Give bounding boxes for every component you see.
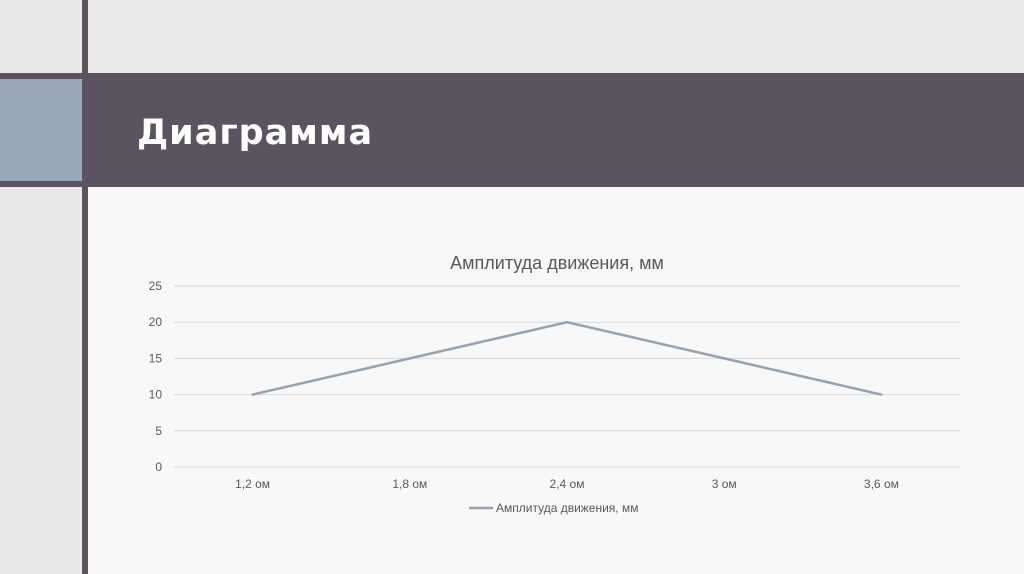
x-tick-labels: 1,2 ом 1,8 ом 2,4 ом 3 ом 3,6 ом: [235, 477, 899, 491]
page-title: Диаграмма: [137, 113, 374, 153]
y-tick-label: 20: [149, 315, 163, 329]
legend-label: Амплитуда движения, мм: [496, 501, 638, 515]
x-tick-label: 1,2 ом: [235, 477, 270, 491]
data-point: [565, 321, 569, 324]
legend[interactable]: Амплитуда движения, мм: [469, 501, 638, 515]
x-tick-label: 3,6 ом: [864, 477, 899, 491]
x-tick-label: 3 ом: [712, 477, 737, 491]
gridlines: [174, 285, 960, 468]
y-tick-labels: 0 5 10 15 20 25: [149, 279, 163, 474]
data-point: [251, 393, 254, 396]
y-tick-label: 15: [149, 351, 163, 365]
title-bar-divider: [82, 73, 88, 187]
line-chart: Амплитуда движения, мм 0 5 10 15 20 25 1,2 ом…: [149, 253, 960, 515]
x-tick-label: 2,4 ом: [550, 477, 585, 491]
chart-title: Амплитуда движения, мм: [450, 253, 664, 273]
top-band: [0, 0, 1024, 73]
data-point: [880, 393, 883, 396]
x-tick-label: 1,8 ом: [392, 477, 427, 491]
y-tick-label: 10: [149, 388, 163, 402]
chart-area: Амплитуда движения, мм 0 5 10 15 20 25 1,2 ом…: [88, 187, 1024, 574]
y-tick-label: 25: [149, 279, 163, 293]
y-tick-label: 5: [155, 424, 162, 438]
accent-block: [0, 79, 82, 181]
data-point: [723, 357, 726, 360]
data-point: [408, 357, 411, 360]
y-tick-label: 0: [155, 460, 162, 474]
